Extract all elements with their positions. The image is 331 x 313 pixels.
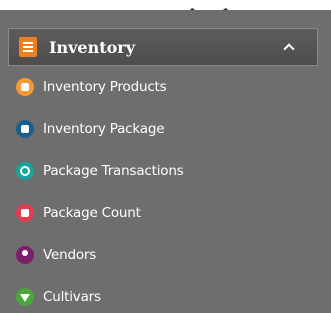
sidebar-panel: Inventory Inventory Products Inventory P…: [0, 10, 331, 313]
sidebar-item-inventory-products[interactable]: Inventory Products: [0, 66, 331, 108]
sidebar-item-package-transactions[interactable]: Package Transactions: [0, 150, 331, 192]
boxes-icon: [16, 78, 34, 96]
clipboard-list-icon: [19, 37, 37, 57]
sidebar-item-package-count[interactable]: Package Count: [0, 192, 331, 234]
clipboard-check-icon: [16, 204, 34, 222]
cropped-heading-fragment: [182, 0, 236, 10]
sidebar-item-label: Inventory Products: [43, 79, 167, 95]
sidebar-item-label: Vendors: [43, 247, 97, 263]
sidebar-item-inventory-package[interactable]: Inventory Package: [0, 108, 331, 150]
refresh-icon: [16, 162, 34, 180]
sidebar-item-label: Package Count: [43, 205, 141, 221]
inventory-section-header[interactable]: Inventory: [8, 28, 318, 66]
leaf-icon: [16, 288, 34, 306]
section-title: Inventory: [49, 37, 136, 57]
chevron-up-icon[interactable]: [283, 41, 295, 53]
sidebar-item-vendors[interactable]: Vendors: [0, 234, 331, 276]
sidebar-item-label: Cultivars: [43, 289, 101, 305]
sidebar-item-label: Inventory Package: [43, 121, 165, 137]
user-icon: [16, 246, 34, 264]
sitemap-icon: [16, 120, 34, 138]
sidebar-item-cultivars[interactable]: Cultivars: [0, 276, 331, 313]
top-strip: [0, 0, 331, 10]
sidebar-item-label: Package Transactions: [43, 163, 184, 179]
inventory-menu: Inventory Products Inventory Package Pac…: [0, 66, 331, 313]
